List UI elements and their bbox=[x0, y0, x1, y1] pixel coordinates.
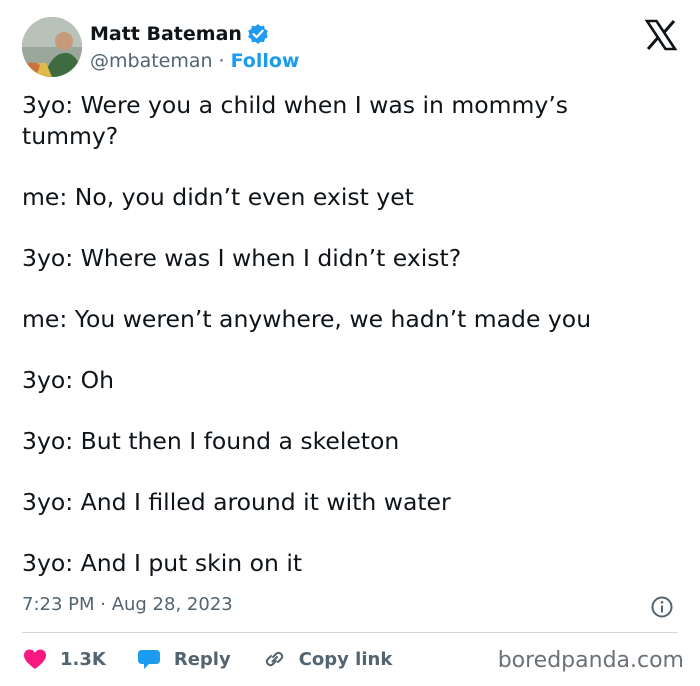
divider bbox=[22, 632, 678, 633]
speech-bubble-icon bbox=[137, 650, 160, 669]
tweet-line: me: You weren’t anywhere, we hadn’t made… bbox=[22, 305, 592, 333]
verified-badge-icon bbox=[247, 23, 269, 45]
link-icon bbox=[265, 651, 283, 667]
watermark: boredpanda.com bbox=[497, 648, 684, 673]
handle[interactable]: @mbateman bbox=[90, 50, 213, 72]
tweet-card: Matt Bateman @mbateman · Follow 3yo: Wer… bbox=[0, 0, 700, 686]
timestamp[interactable]: 7:23 PM · Aug 28, 2023 bbox=[22, 594, 233, 615]
like-button[interactable]: 1.3K bbox=[22, 647, 106, 671]
like-count: 1.3K bbox=[60, 648, 106, 670]
separator: · bbox=[218, 50, 225, 72]
tweet-line: 3yo: And I put skin on it bbox=[22, 549, 303, 577]
tweet-line: 3yo: Where was I when I didn’t exist? bbox=[22, 244, 462, 272]
tweet-line: 3yo: And I filled around it with water bbox=[22, 488, 451, 516]
x-logo-icon[interactable] bbox=[644, 18, 678, 52]
display-name[interactable]: Matt Bateman bbox=[90, 23, 242, 45]
handle-row: @mbateman · Follow bbox=[90, 48, 300, 74]
info-icon[interactable] bbox=[650, 595, 674, 619]
name-row: Matt Bateman bbox=[90, 20, 300, 48]
tweet-line: me: No, you didn’t even exist yet bbox=[22, 183, 414, 211]
action-bar: 1.3K Reply Copy link bbox=[22, 645, 422, 673]
tweet-line: 3yo: Were you a child when I was in momm… bbox=[22, 91, 569, 150]
tweet-line: 3yo: Oh bbox=[22, 366, 115, 394]
reply-button[interactable]: Reply bbox=[136, 647, 231, 671]
heart-icon bbox=[24, 649, 46, 669]
author-info: Matt Bateman @mbateman · Follow bbox=[90, 20, 300, 74]
copy-link-button[interactable]: Copy link bbox=[261, 647, 393, 671]
tweet-text: 3yo: Were you a child when I was in momm… bbox=[22, 90, 662, 609]
follow-button[interactable]: Follow bbox=[231, 50, 300, 72]
tweet-line: 3yo: But then I found a skeleton bbox=[22, 427, 400, 455]
copy-link-label: Copy link bbox=[298, 648, 393, 670]
avatar[interactable] bbox=[22, 17, 82, 77]
reply-label: Reply bbox=[173, 648, 231, 670]
